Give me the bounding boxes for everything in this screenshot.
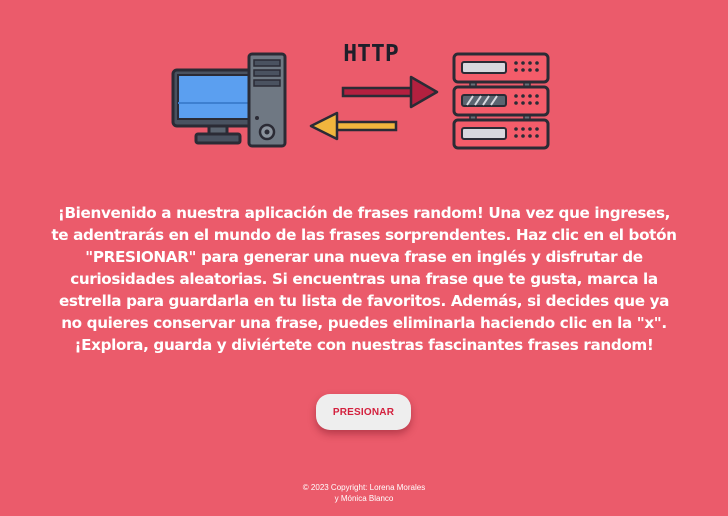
client-server-illustration: HTTP xyxy=(171,41,550,150)
intro-paragraph: ¡Bienvenido a nuestra aplicación de fras… xyxy=(51,204,677,354)
desktop-computer-icon xyxy=(171,52,287,148)
server-rack-icon xyxy=(452,52,550,150)
footer-copyright-line-1: © 2023 Copyright: Lorena Morales xyxy=(302,483,426,492)
arrow-left-icon xyxy=(309,111,398,141)
press-button[interactable]: PRESIONAR xyxy=(316,394,411,430)
footer-copyright-line-2: y Mónica Blanco xyxy=(334,494,394,503)
footer-copyright: © 2023 Copyright: Lorena Morales y Mónic… xyxy=(264,482,464,504)
hero-illustration: HTTP xyxy=(0,0,728,170)
http-label: HTTP xyxy=(343,41,398,67)
arrow-right-icon xyxy=(341,75,439,109)
